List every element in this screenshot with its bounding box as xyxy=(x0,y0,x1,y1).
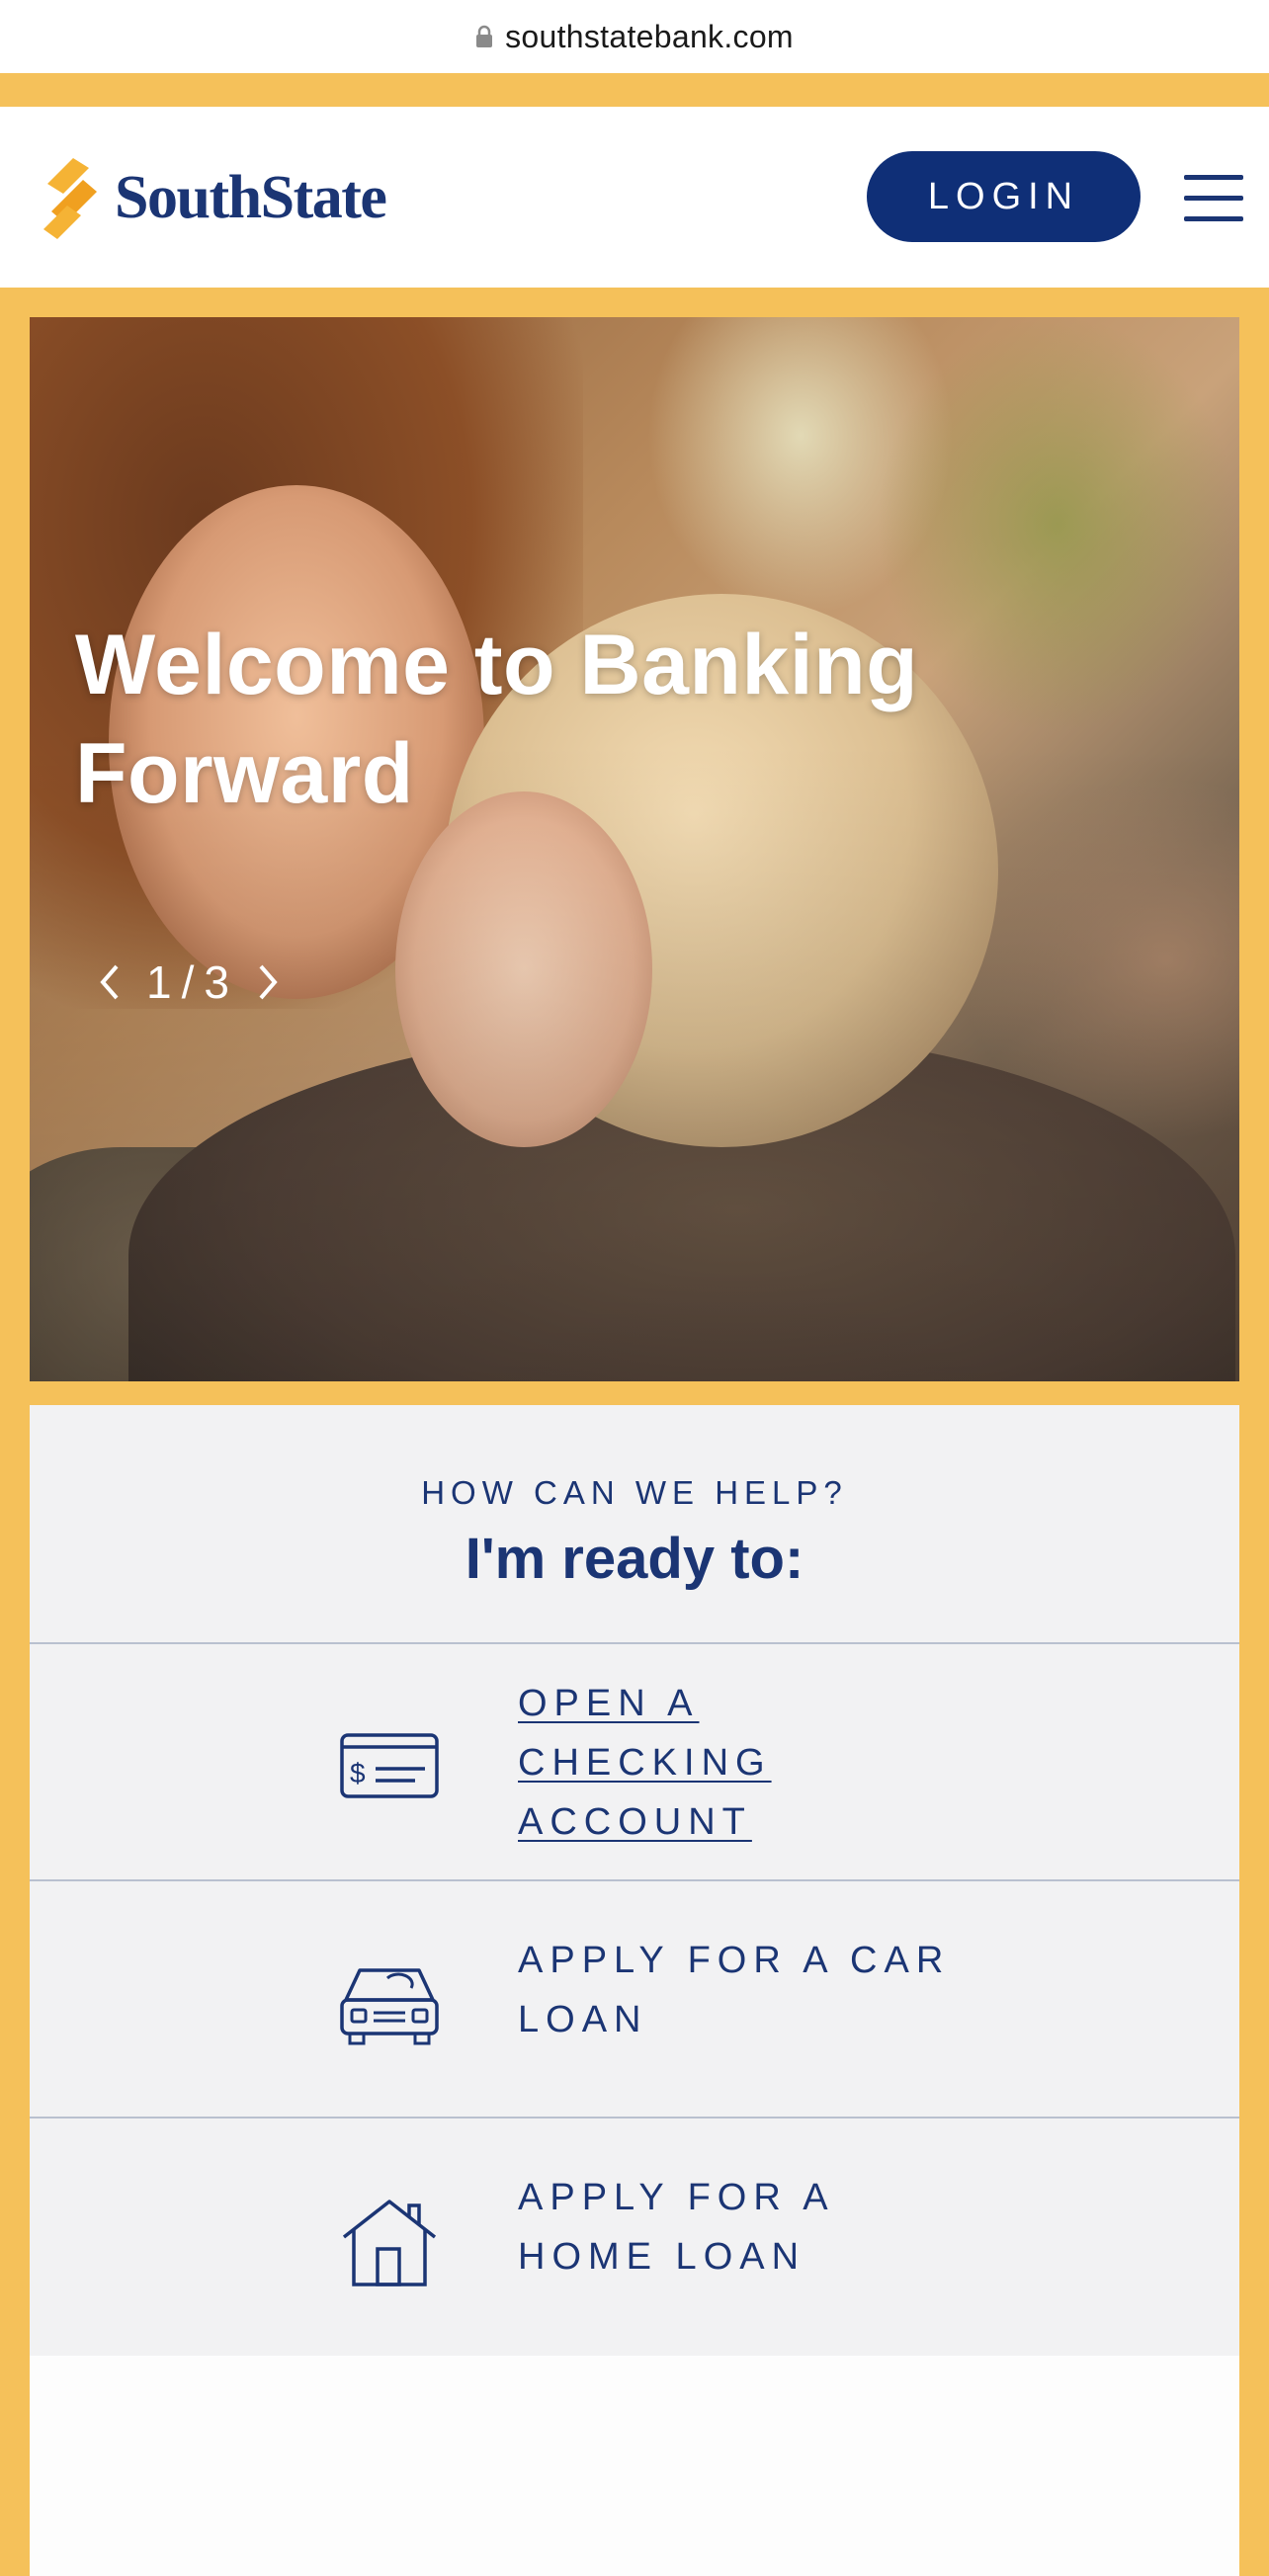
hamburger-menu-icon[interactable] xyxy=(1184,175,1243,224)
help-eyebrow: HOW CAN WE HELP? xyxy=(421,1474,848,1511)
carousel-separator: / xyxy=(181,956,197,1008)
help-item-label[interactable]: OPEN A CHECKING ACCOUNT xyxy=(518,1674,814,1852)
carousel-counter: 1/3 xyxy=(146,956,231,1009)
help-item-label[interactable]: APPLY FOR A HOME LOAN xyxy=(518,2168,893,2286)
lock-icon xyxy=(476,25,493,47)
southstate-logo[interactable]: SouthState xyxy=(40,154,387,241)
help-section: HOW CAN WE HELP? I'm ready to: $ OPEN A … xyxy=(30,1405,1239,2356)
check-icon: $ xyxy=(340,1733,439,1798)
hero-photo-shade xyxy=(30,317,1239,1381)
top-accent-strip xyxy=(0,73,1269,107)
login-button[interactable]: LOGIN xyxy=(867,151,1141,242)
logo-mark-icon xyxy=(43,158,97,239)
logo-text: SouthState xyxy=(115,163,387,231)
carousel-next-icon[interactable] xyxy=(249,957,289,1007)
hero-banner xyxy=(30,317,1239,1381)
house-icon xyxy=(342,2200,437,2286)
hero-title: Welcome to Banking Forward xyxy=(75,618,919,821)
carousel-current: 1 xyxy=(146,956,174,1008)
site-header: SouthState LOGIN xyxy=(0,107,1269,288)
carousel-controls: 1/3 xyxy=(89,953,289,1012)
help-item-car-loan[interactable]: APPLY FOR A CAR LOAN xyxy=(30,1879,1239,2119)
browser-url-bar[interactable]: southstatebank.com xyxy=(0,0,1269,73)
help-title: I'm ready to: xyxy=(465,1527,804,1591)
help-item-home-loan[interactable]: APPLY FOR A HOME LOAN xyxy=(30,2117,1239,2356)
help-item-checking[interactable]: $ OPEN A CHECKING ACCOUNT xyxy=(30,1642,1239,1881)
help-item-label[interactable]: APPLY FOR A CAR LOAN xyxy=(518,1931,992,2049)
carousel-total: 3 xyxy=(204,956,231,1008)
svg-text:$: $ xyxy=(350,1758,366,1788)
car-icon xyxy=(340,1968,439,2045)
page-continuation xyxy=(30,2356,1239,2576)
url-text: southstatebank.com xyxy=(505,18,794,54)
carousel-prev-icon[interactable] xyxy=(89,957,128,1007)
